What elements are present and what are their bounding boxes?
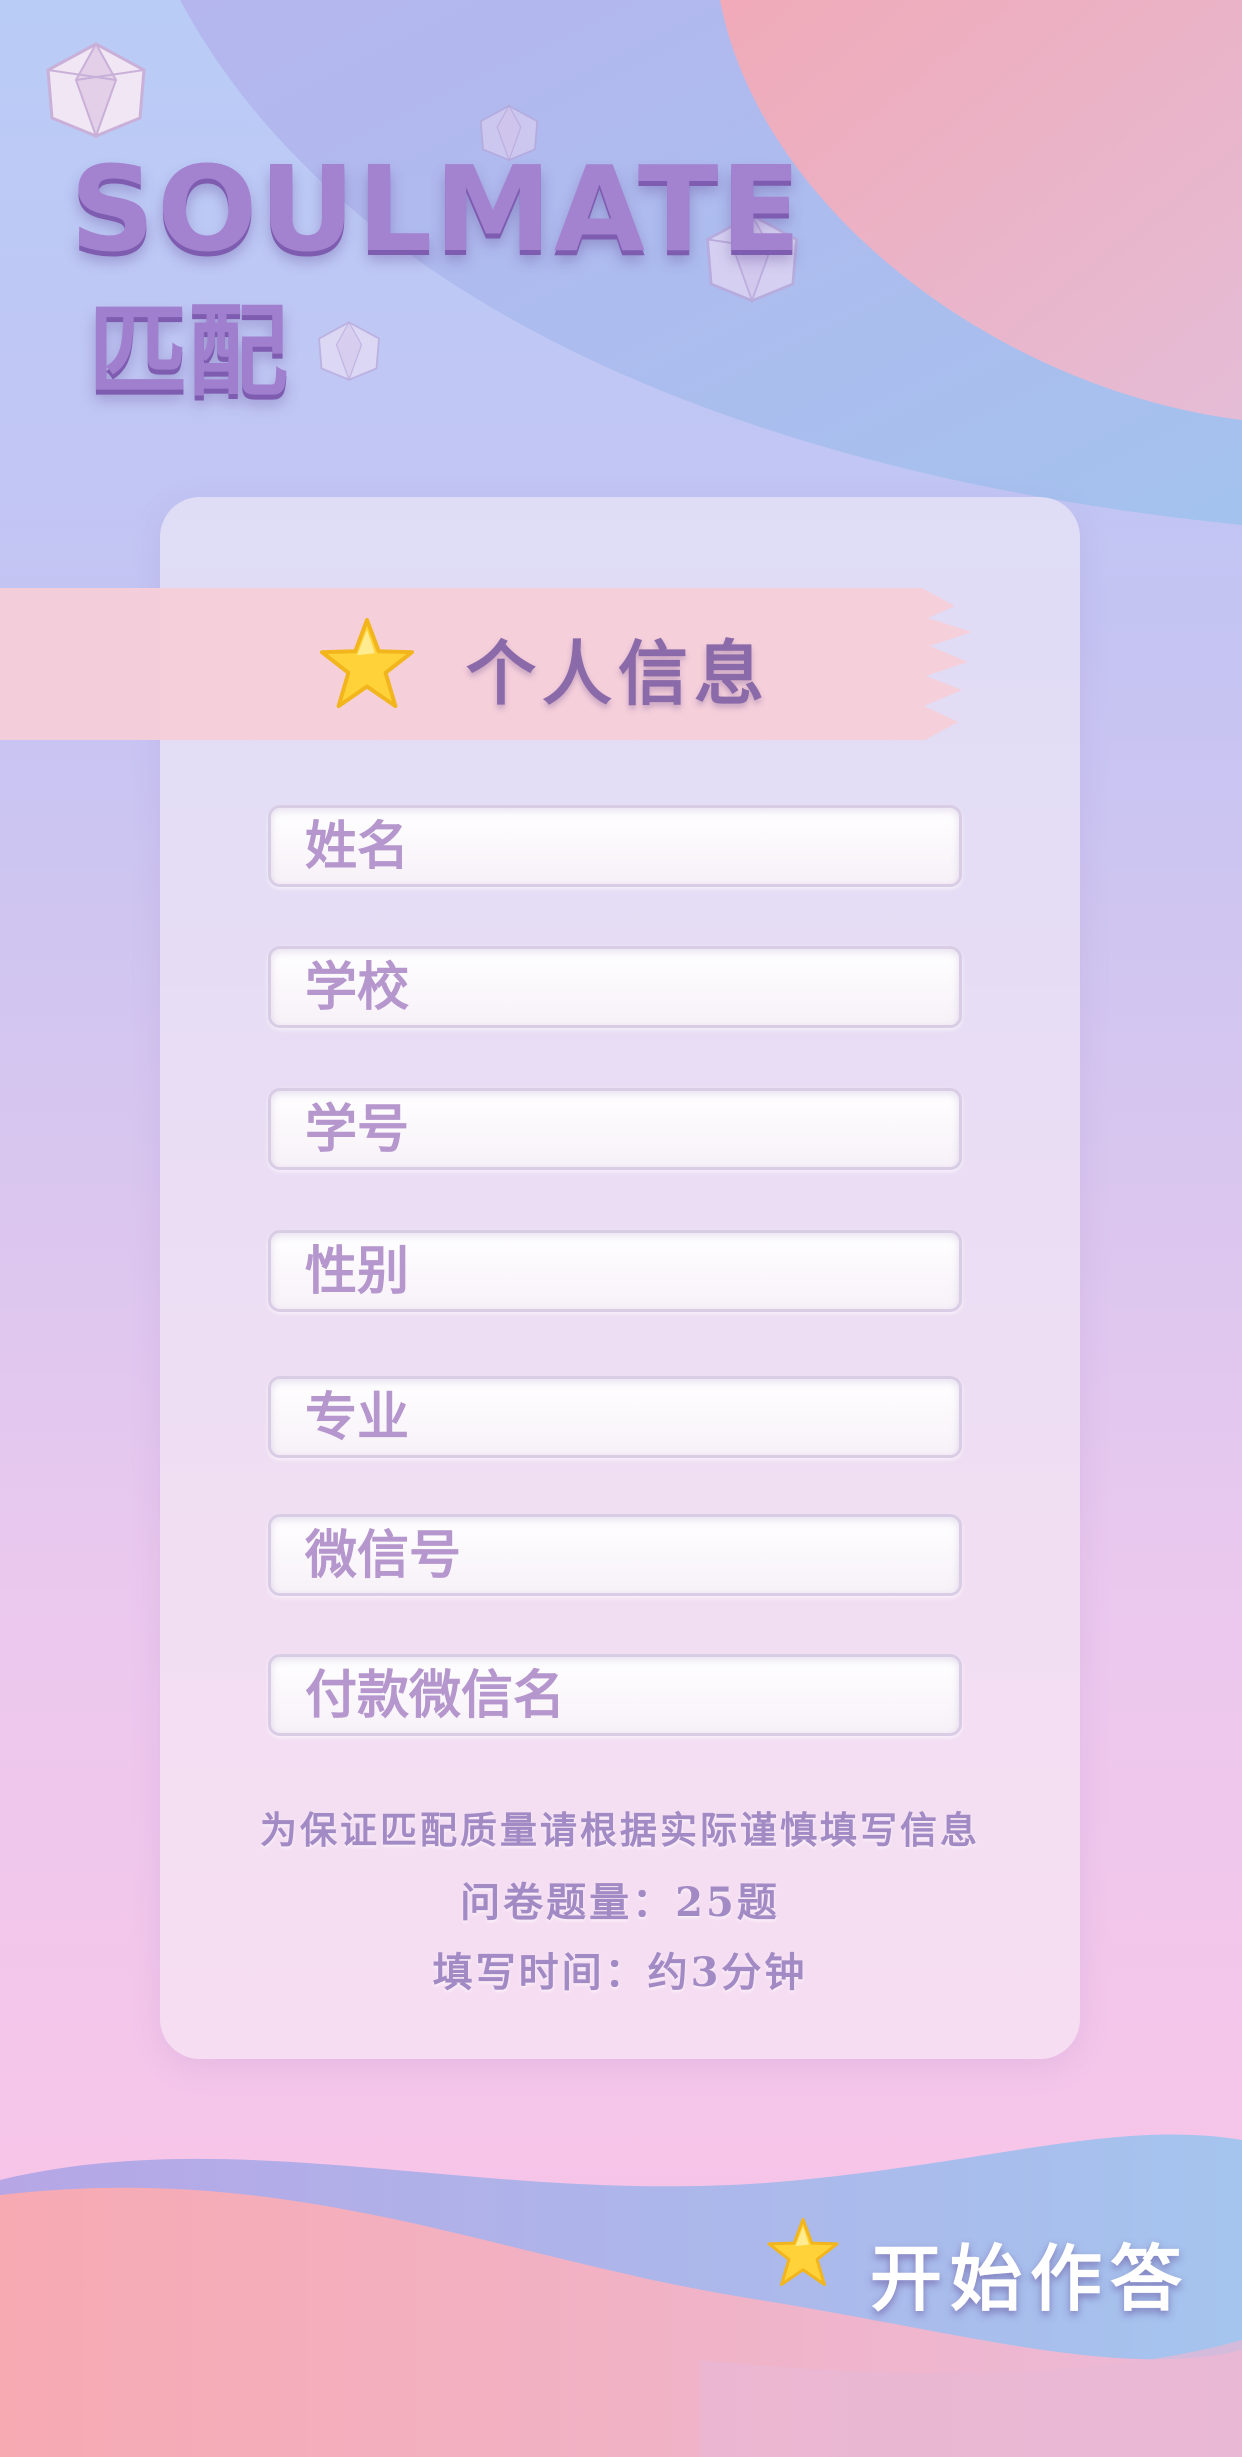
gender-input[interactable] — [271, 1233, 959, 1309]
school-input[interactable] — [271, 949, 959, 1025]
time-estimate-note: 填写时间：约3分钟 — [432, 1949, 808, 1996]
school-field[interactable] — [268, 946, 962, 1028]
name-input[interactable] — [271, 808, 959, 884]
major-field[interactable] — [268, 1376, 962, 1458]
student-id-input[interactable] — [271, 1091, 959, 1167]
student-id-field[interactable] — [268, 1088, 962, 1170]
name-field[interactable] — [268, 805, 962, 887]
question-count-note: 问卷题量：25题 — [460, 1879, 780, 1926]
star-icon — [767, 2217, 839, 2287]
wechat-id-input[interactable] — [271, 1517, 959, 1593]
payment-wechat-name-field[interactable] — [268, 1654, 962, 1736]
payment-wechat-name-input[interactable] — [271, 1657, 959, 1733]
section-title: 个人信息 — [466, 632, 770, 715]
crystal-icon — [46, 41, 146, 139]
crystal-icon — [318, 320, 380, 382]
major-input[interactable] — [271, 1379, 959, 1455]
star-icon — [320, 617, 414, 709]
gender-field[interactable] — [268, 1230, 962, 1312]
quality-note: 为保证匹配质量请根据实际谨慎填写信息 — [260, 1808, 980, 1852]
start-answering-button[interactable]: 开始作答 — [870, 2220, 1190, 2325]
wechat-id-field[interactable] — [268, 1514, 962, 1596]
logo-subtitle: 匹配 — [88, 293, 288, 410]
logo-title: SOULMATE — [70, 140, 803, 278]
